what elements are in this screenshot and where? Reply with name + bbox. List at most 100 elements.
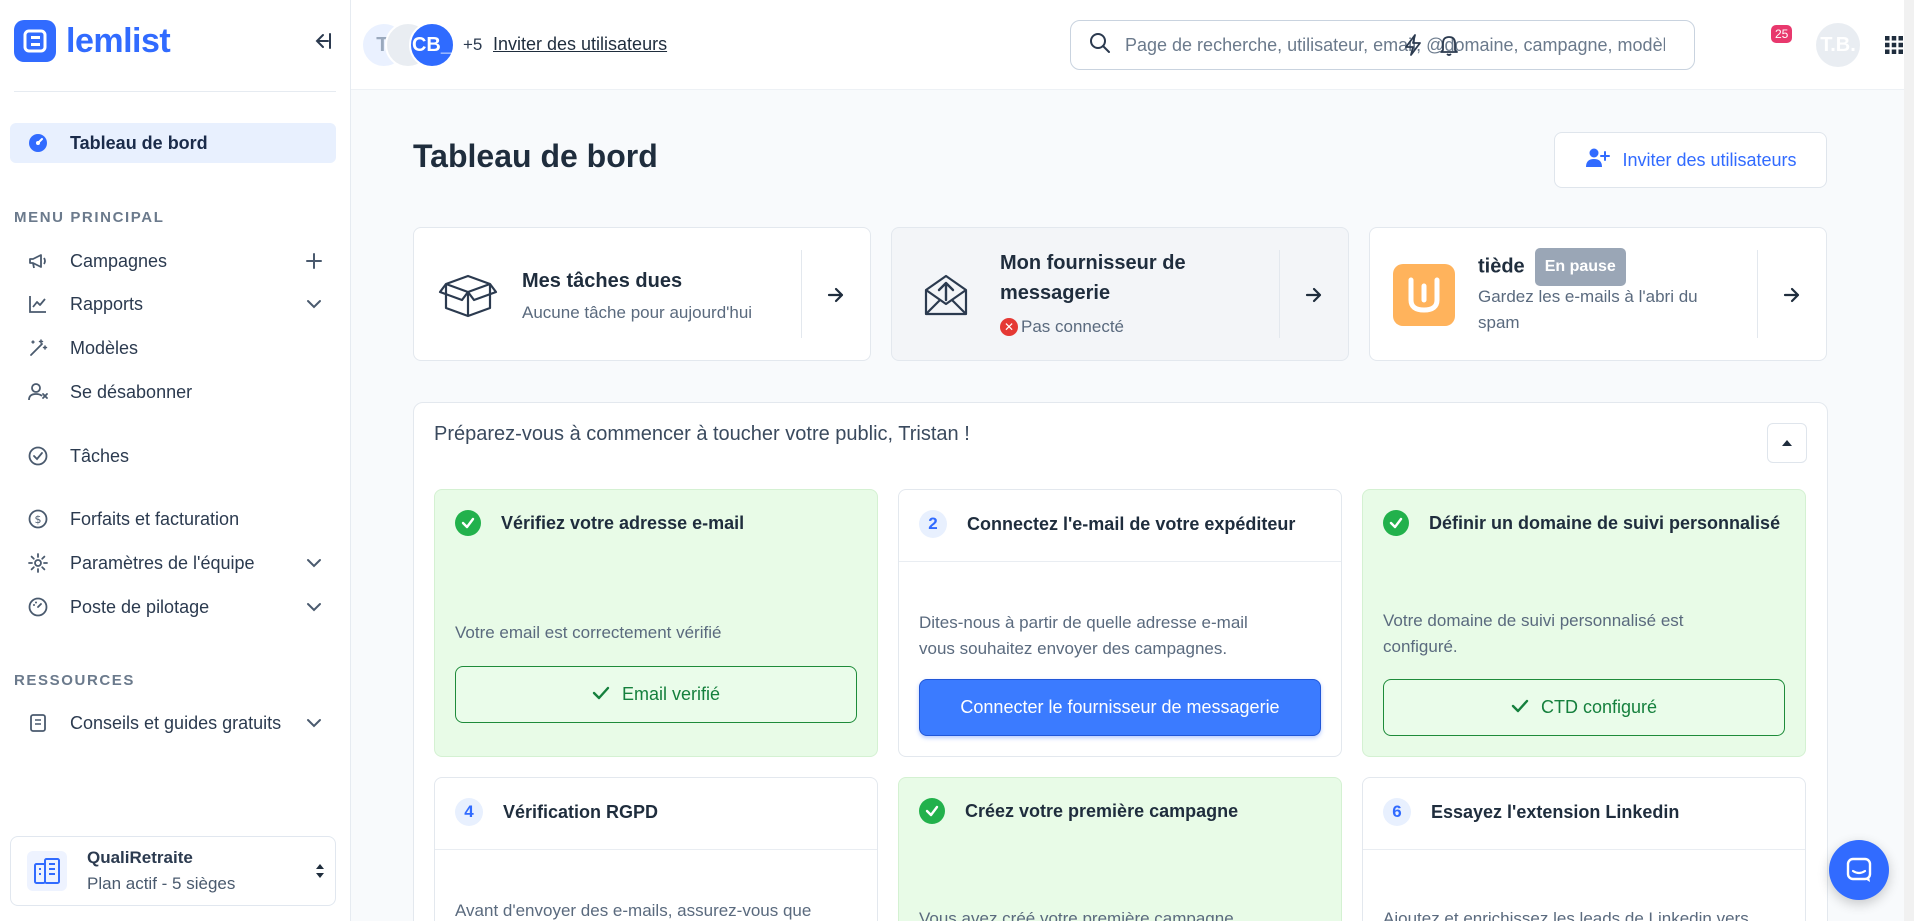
ctd-configured-button[interactable]: CTD configuré [1383, 679, 1785, 736]
sidebar-item-templates[interactable]: Modèles [10, 328, 336, 368]
sidebar-item-label: Se désabonner [70, 381, 193, 402]
card-subtitle: Aucune tâche pour aujourd'hui [522, 303, 753, 322]
building-icon [27, 851, 67, 891]
step-title: Essayez l'extension Linkedin [1431, 801, 1680, 822]
card-title: Mes tâches dues [522, 270, 683, 292]
chevron-down-icon[interactable] [302, 595, 326, 619]
lemwarm-icon [1392, 263, 1456, 327]
search-bar[interactable] [1070, 20, 1695, 70]
dashboard-icon [26, 131, 50, 155]
sidebar-item-label: Tableau de bord [70, 132, 208, 153]
step-description: Vous avez créé votre première campagne [919, 909, 1234, 921]
user-remove-icon [26, 380, 50, 404]
sidebar-item-dashboard[interactable]: Tableau de bord [10, 123, 336, 163]
paused-badge: En pause [1534, 248, 1626, 286]
user-plus-icon [1584, 147, 1611, 174]
tasks-due-card[interactable]: Mes tâches dues Aucune tâche pour aujour… [413, 227, 871, 361]
lightning-icon[interactable] [1399, 31, 1427, 59]
card-separator [801, 250, 802, 338]
button-label: Email verifié [621, 684, 721, 704]
step-number: 6 [1383, 798, 1411, 826]
step-header: 4 Vérification RGPD [455, 798, 658, 826]
brand-logo[interactable]: lemlist [14, 20, 171, 62]
invite-users-button[interactable]: Inviter des utilisateurs [1554, 132, 1827, 188]
avatar-more-count[interactable]: +5 [463, 35, 482, 55]
card-subtitle-line: spam [1478, 313, 1520, 332]
onboarding-panel: Préparez-vous à commencer à toucher votr… [413, 402, 1828, 921]
sidebar-item-label: Campagnes [70, 250, 168, 271]
step-first-campaign: Créez votre première campagne Vous avez … [898, 777, 1342, 921]
sidebar-item-label: Tâches [70, 445, 130, 466]
step-header: Créez votre première campagne [919, 798, 1238, 824]
step-title: Vérification RGPD [503, 801, 659, 822]
step-description: Ajoutez et enrichissez les leads de Link… [1383, 909, 1749, 921]
user-avatar[interactable]: T.B. [1816, 23, 1860, 67]
search-input[interactable] [1125, 34, 1665, 56]
sidebar-item-label: Rapports [70, 293, 144, 314]
sidebar-item-billing[interactable]: $ Forfaits et facturation [10, 499, 336, 539]
sidebar: lemlist Tableau de bord MENU PRINCIPAL C… [0, 0, 351, 921]
chevron-down-icon[interactable] [302, 551, 326, 575]
email-verified-button[interactable]: Email verifié [455, 666, 857, 723]
step-number: 4 [455, 798, 483, 826]
book-icon [26, 711, 50, 735]
page-scrollbar[interactable] [1904, 0, 1914, 921]
chevron-down-icon[interactable] [302, 711, 326, 735]
collapse-sidebar-button[interactable] [309, 28, 335, 54]
step-gdpr: 4 Vérification RGPD Avant d'envoyer des … [434, 777, 878, 921]
gear-icon [26, 551, 50, 575]
card-title-line: Mon fournisseur de [1000, 252, 1186, 274]
step-description-line: Votre domaine de suivi personnalisé est [1383, 611, 1684, 630]
step-description-line: vous souhaitez envoyer des campagnes. [919, 639, 1228, 658]
caret-up-icon [1782, 440, 1792, 446]
sidebar-item-reports[interactable]: Rapports [10, 284, 336, 324]
sidebar-item-label: Poste de pilotage [70, 596, 210, 617]
step-description-line: Dites-nous à partir de quelle adresse e-… [919, 613, 1248, 632]
svg-text:$: $ [35, 513, 42, 526]
avatar[interactable]: CB_ [409, 22, 455, 68]
sidebar-item-label: Paramètres de l'équipe [70, 552, 255, 573]
arrow-right-icon[interactable] [1780, 283, 1804, 307]
sidebar-item-campaigns[interactable]: Campagnes [10, 241, 336, 281]
card-separator [1279, 250, 1280, 338]
team-avatars[interactable]: T. CB_ +5 [361, 22, 482, 68]
collapse-onboarding-button[interactable] [1767, 423, 1807, 463]
step-linkedin-extension: 6 Essayez l'extension Linkedin Ajoutez e… [1362, 777, 1806, 921]
sidebar-item-unsubscribe[interactable]: Se désabonner [10, 372, 336, 412]
topbar: T. CB_ +5 Inviter des utilisateurs 25 T.… [351, 0, 1914, 90]
megaphone-icon [26, 249, 50, 273]
chat-launcher-button[interactable] [1829, 840, 1889, 900]
plus-icon[interactable] [302, 249, 326, 273]
step-title: Créez votre première campagne [965, 800, 1239, 821]
warmup-card[interactable]: tiède En pause Gardez les e-mails à l'abr… [1369, 227, 1827, 361]
chevron-down-icon[interactable] [302, 292, 326, 316]
bell-icon[interactable] [1435, 31, 1463, 59]
step-divider [435, 849, 877, 850]
card-subtitle-line: Gardez les e-mails à l'abri du [1478, 287, 1698, 306]
chevron-up-down-icon[interactable] [313, 861, 327, 886]
sidebar-item-guides[interactable]: Conseils et guides gratuits [10, 703, 336, 743]
sidebar-item-cockpit[interactable]: Poste de pilotage [10, 587, 336, 627]
sidebar-item-tasks[interactable]: Tâches [10, 436, 336, 476]
envelope-upload-icon [914, 263, 978, 327]
step-header: 2 Connectez l'e-mail de votre expéditeur [919, 510, 1295, 538]
section-resources-label: RESSOURCES [14, 672, 136, 689]
card-title-row: tiède En pause [1478, 248, 1626, 286]
sidebar-item-team-settings[interactable]: Paramètres de l'équipe [10, 543, 336, 583]
sidebar-divider [14, 91, 336, 92]
connect-provider-button[interactable]: Connecter le fournisseur de messagerie [919, 679, 1321, 736]
sidebar-item-label: Forfaits et facturation [70, 508, 240, 529]
page-title: Tableau de bord [413, 138, 658, 174]
arrow-right-icon[interactable] [1302, 283, 1326, 307]
step-description: Avant d'envoyer des e-mails, assurez-vou… [455, 901, 812, 920]
chat-icon [1846, 857, 1872, 882]
email-provider-card[interactable]: Mon fournisseur de messagerie ✕ Pas conn… [891, 227, 1349, 361]
step-header: Définir un domaine de suivi personnalisé [1383, 510, 1780, 536]
arrow-right-icon[interactable] [824, 283, 848, 307]
card-separator [1757, 250, 1758, 338]
workspace-switcher[interactable]: QualiRetraite Plan actif - 5 sièges [10, 836, 336, 906]
error-icon: ✕ [1000, 318, 1018, 336]
invite-users-link[interactable]: Inviter des utilisateurs [493, 34, 667, 55]
checkmark-icon [592, 684, 610, 705]
check-circle-icon [26, 444, 50, 468]
